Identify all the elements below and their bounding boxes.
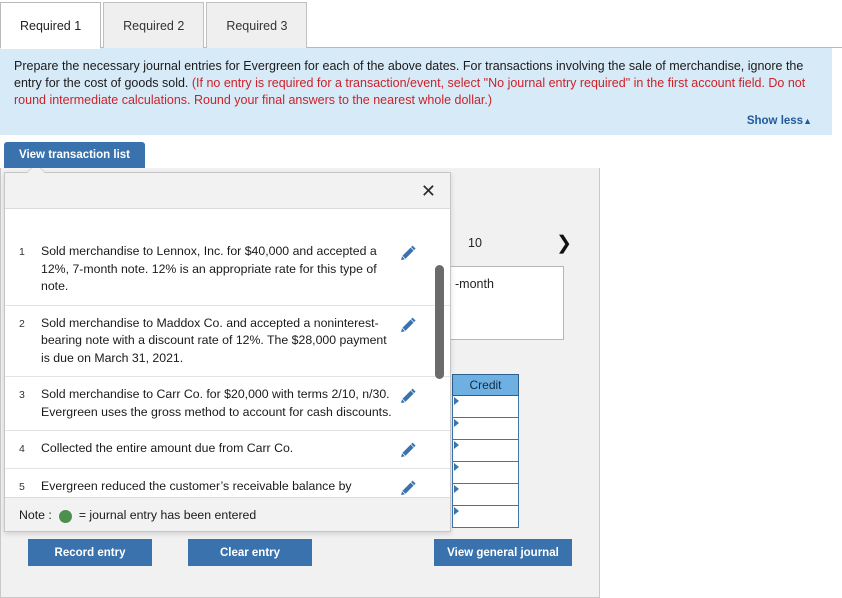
view-transaction-list-button[interactable]: View transaction list [4,142,145,168]
view-general-journal-label: View general journal [447,546,559,559]
transaction-number: 3 [19,389,25,401]
chevron-right-icon[interactable]: ❯ [556,232,572,255]
transaction-text: Evergreen reduced the customer’s receiva… [41,479,352,497]
list-item[interactable]: 4 Collected the entire amount due from C… [5,431,450,469]
tab-required-3[interactable]: Required 3 [206,2,308,48]
credit-input-cell[interactable] [452,484,519,506]
page-root: Required 1 Required 2 Required 3 Prepare… [0,0,842,598]
pager-page-number: 10 [468,236,482,250]
transaction-number: 5 [19,481,25,493]
popover-header: ✕ [5,173,450,209]
list-item[interactable]: 3 Sold merchandise to Carr Co. for $20,0… [5,377,450,431]
tab-required-1[interactable]: Required 1 [0,2,102,49]
clear-entry-button[interactable]: Clear entry [188,539,312,566]
transaction-number: 2 [19,317,25,330]
edit-pencil-icon[interactable] [400,244,420,262]
transaction-list-scroll-area: 1 Sold merchandise to Lennox, Inc. for $… [5,209,450,497]
record-entry-button[interactable]: Record entry [28,539,152,566]
credit-input-cell[interactable] [452,418,519,440]
tab-strip: Required 1 Required 2 Required 3 [0,0,842,49]
tab-label: Required 1 [20,18,82,33]
show-less-toggle[interactable]: Show less▲ [14,115,818,127]
action-button-bar: Record entry Clear entry View general jo… [0,534,600,598]
journal-credit-column: Credit [452,374,519,528]
scrollbar-thumb[interactable] [435,265,444,379]
edit-pencil-icon[interactable] [400,316,420,334]
instruction-text: Prepare the necessary journal entries fo… [14,58,818,109]
transaction-list-popover: ✕ 1 Sold merchandise to Lennox, Inc. for… [4,164,451,532]
close-icon[interactable]: ✕ [421,182,436,200]
caret-up-icon: ▲ [803,116,812,126]
show-less-label: Show less [746,115,804,127]
transaction-text: Sold merchandise to Lennox, Inc. for $40… [41,244,377,293]
transaction-text: Collected the entire amount due from Car… [41,441,294,455]
credit-input-cell[interactable] [452,396,519,418]
credit-input-cell[interactable] [452,440,519,462]
edit-pencil-icon[interactable] [400,387,420,405]
transaction-number: 4 [19,443,25,455]
legend-note-bar: Note : = journal entry has been entered [5,497,450,531]
transaction-text: Sold merchandise to Maddox Co. and accep… [41,315,387,365]
list-item[interactable]: 1 Sold merchandise to Lennox, Inc. for $… [5,233,450,306]
tab-required-2[interactable]: Required 2 [103,2,205,48]
view-general-journal-button[interactable]: View general journal [434,539,572,566]
transaction-number: 1 [19,246,25,258]
credit-column-header: Credit [452,374,519,396]
clear-entry-label: Clear entry [219,546,281,559]
transaction-text: Sold merchandise to Carr Co. for $20,000… [41,387,392,419]
credit-input-cell[interactable] [452,462,519,484]
background-note-fragment: -month [455,277,494,291]
background-note-box: -month [450,266,564,340]
note-description: = journal entry has been entered [78,507,257,522]
view-transaction-list-label: View transaction list [19,149,130,161]
transaction-list: 1 Sold merchandise to Lennox, Inc. for $… [5,233,450,497]
edit-pencil-icon[interactable] [400,479,420,497]
list-item[interactable]: 2 Sold merchandise to Maddox Co. and acc… [5,306,450,377]
list-item[interactable]: 5 Evergreen reduced the customer’s recei… [5,469,450,497]
edit-pencil-icon[interactable] [400,441,420,459]
tab-label: Required 3 [226,18,288,33]
tab-label: Required 2 [123,18,185,33]
record-entry-label: Record entry [54,546,126,559]
credit-input-cell[interactable] [452,506,519,528]
note-label: Note : [19,507,52,522]
record-pager: 10 ❯ [452,228,578,258]
green-dot-icon [58,510,72,523]
scrollbar-track[interactable] [435,239,444,497]
instruction-banner: Prepare the necessary journal entries fo… [0,48,832,135]
